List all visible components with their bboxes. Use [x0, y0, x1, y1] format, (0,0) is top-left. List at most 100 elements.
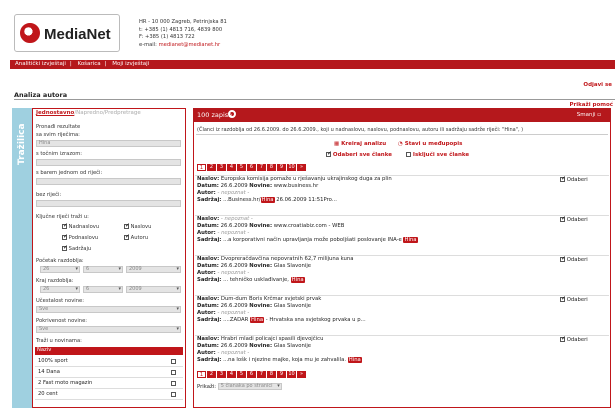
page-link[interactable]: 1: [197, 164, 206, 171]
select-item[interactable]: Odaberi: [560, 175, 588, 183]
next-page-link[interactable]: »: [297, 371, 306, 378]
select-label: Odaberi: [566, 297, 588, 303]
page-link[interactable]: 4: [227, 371, 236, 378]
item-title-row: Naslov: Europska komisija pomaže u rješa…: [197, 176, 609, 183]
select-checkbox[interactable]: [560, 295, 566, 302]
select-checkbox[interactable]: [560, 335, 566, 342]
logout-link[interactable]: Odjavi se: [583, 82, 612, 88]
page-link[interactable]: 3: [217, 371, 226, 378]
end-day-select[interactable]: 26: [40, 286, 80, 293]
field-option[interactable]: Podnaslovu: [62, 233, 98, 241]
page-link[interactable]: 10: [287, 164, 296, 171]
nav-my-reports[interactable]: Moji izvještaji: [112, 61, 149, 67]
item-author: - nepoznat -: [217, 349, 250, 356]
shelf-icon: ◔: [398, 141, 403, 147]
end-year-select[interactable]: 2009: [126, 286, 181, 293]
page-link[interactable]: 1: [197, 371, 206, 378]
item-content-row: Sadržaj: ...a korporativni način upravlj…: [197, 236, 609, 244]
item-title[interactable]: Dvopreračdavčina nepovratnih 62,7 miliju…: [221, 256, 354, 262]
newspaper-checkbox[interactable]: [171, 392, 176, 397]
medianet-logo-icon: [20, 23, 40, 43]
next-page-link[interactable]: »: [297, 164, 306, 171]
nav-analytic-reports[interactable]: Analitički izvještaji: [15, 61, 66, 67]
item-date: 26.6.2009: [220, 262, 248, 269]
checkbox[interactable]: [62, 233, 68, 240]
page-link[interactable]: 5: [237, 164, 246, 171]
field-label: Sadržaju: [68, 246, 92, 252]
paper-label: Novine:: [249, 222, 273, 229]
item-date-row: Datum: 26.6.2009 Novine: www.business.hr: [197, 183, 609, 190]
start-day-select[interactable]: 26: [40, 266, 80, 273]
select-item[interactable]: Odaberi: [560, 255, 588, 263]
page-link[interactable]: 7: [257, 371, 266, 378]
field-option[interactable]: Nadnaslovu: [62, 222, 99, 230]
title-label: Naslov:: [197, 296, 220, 302]
newspaper-checkbox[interactable]: [171, 370, 176, 375]
item-title[interactable]: Dum-dum Boris Krčmar svjetski prvak: [221, 296, 321, 302]
select-item[interactable]: Odaberi: [560, 335, 588, 343]
item-title[interactable]: - nepoznat -: [221, 216, 253, 222]
create-analysis-button[interactable]: ▦ Kreiraj analizu: [334, 141, 386, 147]
email-link[interactable]: medianet@medianet.hr: [159, 42, 221, 48]
nav-cart[interactable]: Košarica: [77, 61, 100, 67]
end-month-select[interactable]: 6: [83, 286, 123, 293]
checkbox[interactable]: [124, 233, 130, 240]
nav-separator: |: [69, 61, 72, 67]
item-title[interactable]: Europska komisija pomaže u rješavanju uk…: [221, 176, 392, 182]
field-option[interactable]: Naslovu: [124, 222, 151, 230]
start-year-select[interactable]: 2009: [126, 266, 181, 273]
page-link[interactable]: 4: [227, 164, 236, 171]
checkbox[interactable]: [62, 244, 68, 251]
item-content: ...Business.hr/: [223, 196, 261, 203]
field-option[interactable]: Sadržaju: [62, 244, 92, 252]
tab-predefined[interactable]: Predpretrage: [105, 110, 141, 116]
content-label: Sadržaj:: [197, 316, 222, 323]
page-link[interactable]: 7: [257, 164, 266, 171]
newspaper-checkbox[interactable]: [171, 381, 176, 386]
collapse-button[interactable]: Smanji ▫: [577, 112, 601, 118]
select-all-button[interactable]: Odaberi sve članke: [326, 150, 392, 158]
newspaper-checkbox[interactable]: [171, 359, 176, 364]
field-option[interactable]: Autoru: [124, 233, 148, 241]
all-words-input[interactable]: Hina: [36, 140, 181, 147]
frequency-select[interactable]: Sve: [36, 306, 181, 313]
tab-advanced[interactable]: Napredno: [76, 110, 103, 116]
query-divider: [196, 134, 608, 135]
page-link[interactable]: 10: [287, 371, 296, 378]
page-link[interactable]: 9: [277, 164, 286, 171]
per-page-select[interactable]: 5 članaka po stranici: [217, 383, 282, 390]
add-to-shelf-button[interactable]: ◔ Stavi u međupopis: [398, 141, 462, 147]
page-link[interactable]: 8: [267, 164, 276, 171]
select-checkbox[interactable]: [560, 215, 566, 222]
checkbox[interactable]: [124, 222, 130, 229]
select-checkbox[interactable]: [560, 175, 566, 182]
select-checkbox[interactable]: [560, 255, 566, 262]
exact-phrase-label: s točnim izrazom:: [36, 151, 83, 157]
brand-name: MediaNet: [44, 26, 111, 43]
page-link[interactable]: 2: [207, 164, 216, 171]
author-label: Autor:: [197, 229, 216, 236]
refresh-icon[interactable]: [228, 110, 236, 118]
page-link[interactable]: 3: [217, 164, 226, 171]
page-link[interactable]: 6: [247, 371, 256, 378]
results-header: [193, 108, 611, 122]
exact-phrase-input[interactable]: [36, 159, 181, 166]
deselect-all-button[interactable]: Isključi sve članke: [406, 152, 469, 158]
any-word-input[interactable]: [36, 178, 181, 185]
item-date: 26.6.2009: [220, 302, 248, 309]
without-words-input[interactable]: [36, 200, 181, 207]
tab-simple[interactable]: Jednostavno: [36, 110, 74, 116]
coverage-select[interactable]: Sve: [36, 326, 181, 333]
page-link[interactable]: 9: [277, 371, 286, 378]
item-title[interactable]: Hrabri mladi policajci spasili djevojčic…: [221, 336, 324, 342]
page-link[interactable]: 5: [237, 371, 246, 378]
page-link[interactable]: 2: [207, 371, 216, 378]
start-month-select[interactable]: 6: [83, 266, 123, 273]
page-link[interactable]: 6: [247, 164, 256, 171]
select-item[interactable]: Odaberi: [560, 295, 588, 303]
item-title-row: Naslov: Hrabri mladi policajci spasili d…: [197, 336, 609, 343]
deselect-all-icon: [406, 152, 411, 157]
page-link[interactable]: 8: [267, 371, 276, 378]
select-item[interactable]: Odaberi: [560, 215, 588, 223]
checkbox[interactable]: [62, 222, 68, 229]
